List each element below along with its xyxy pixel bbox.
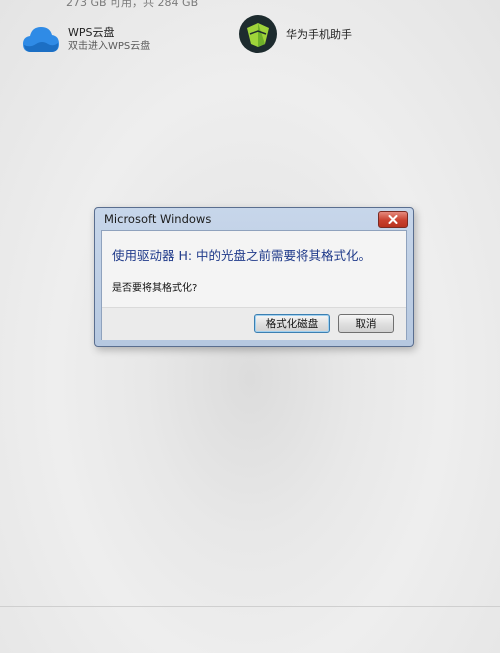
format-question: 是否要将其格式化? xyxy=(112,283,198,294)
format-disk-button[interactable]: 格式化磁盘 xyxy=(254,314,330,333)
close-button[interactable] xyxy=(378,211,408,228)
dialog-body: 使用驱动器 H: 中的光盘之前需要将其格式化。 是否要将其格式化? 格式化磁盘 … xyxy=(101,230,407,340)
cloud-icon xyxy=(23,27,59,52)
wps-cloud-subtitle: 双击进入WPS云盘 xyxy=(68,40,151,52)
format-disk-dialog: Microsoft Windows 使用驱动器 H: 中的光盘之前需要将其格式化… xyxy=(94,207,414,347)
dialog-title: Microsoft Windows xyxy=(104,212,212,226)
wps-cloud-title: WPS云盘 xyxy=(68,25,115,39)
huawei-hisuite-icon xyxy=(239,15,277,53)
button-bar: 格式化磁盘 取消 xyxy=(102,307,406,340)
drive-capacity-text: 273 GB 可用，共 284 GB xyxy=(66,0,199,9)
status-divider xyxy=(0,606,500,607)
cancel-button[interactable]: 取消 xyxy=(338,314,394,333)
huawei-hisuite-title: 华为手机助手 xyxy=(286,27,352,41)
main-message: 使用驱动器 H: 中的光盘之前需要将其格式化。 xyxy=(112,248,372,263)
dialog-titlebar[interactable]: Microsoft Windows xyxy=(95,208,413,230)
huawei-hisuite-tile[interactable]: 华为手机助手 xyxy=(238,14,352,54)
wps-cloud-tile[interactable]: WPS云盘 双击进入WPS云盘 xyxy=(22,24,150,54)
close-icon xyxy=(388,215,398,224)
